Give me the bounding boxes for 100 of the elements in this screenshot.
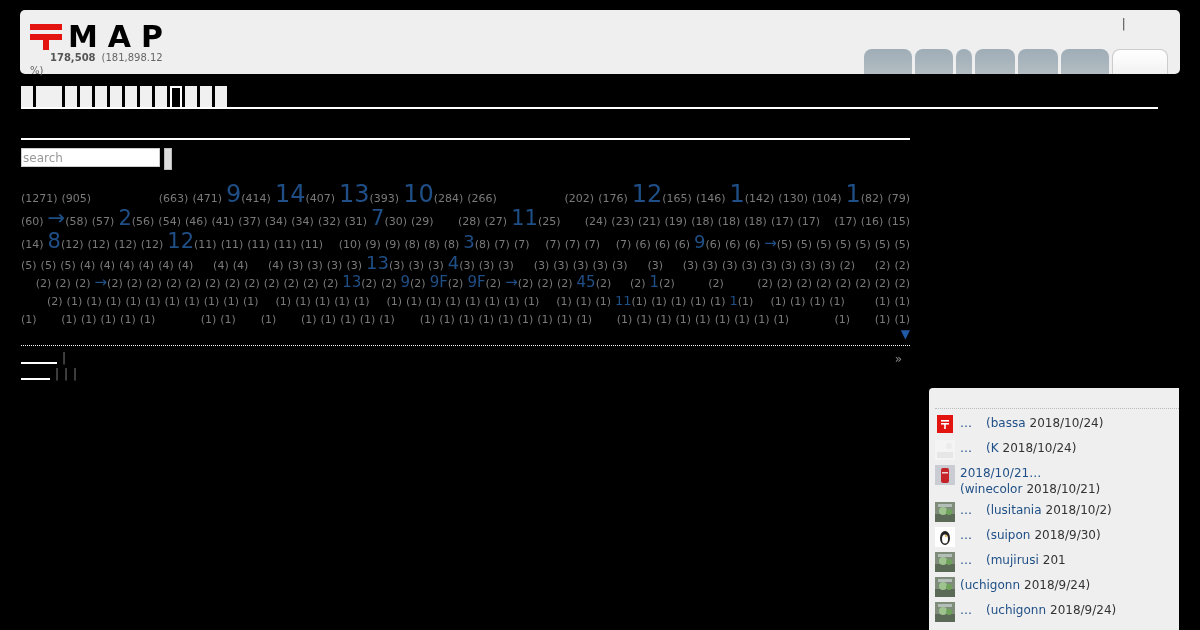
tag-link[interactable]: (1) <box>576 310 592 326</box>
tag-link[interactable]: (2) <box>894 274 910 290</box>
entry-link[interactable]: … <box>960 416 972 430</box>
tag-link[interactable]: (2) <box>556 274 573 290</box>
tag-link[interactable]: (2) <box>244 274 260 290</box>
tag-link[interactable]: 3(8) <box>463 233 491 251</box>
entry-link[interactable]: … <box>960 528 972 542</box>
nav-tab[interactable] <box>956 49 972 74</box>
tag-link[interactable]: (1) <box>504 292 520 308</box>
tag-link[interactable]: (2) <box>224 274 241 290</box>
tag-link[interactable]: (2) <box>47 292 63 308</box>
tag-link[interactable]: 11(1) <box>615 292 648 308</box>
tag-link[interactable]: (1) <box>184 292 200 308</box>
tag-link[interactable]: (6) <box>744 235 761 251</box>
tag-link[interactable]: (1) <box>464 292 481 308</box>
tag-link[interactable]: (2) <box>303 274 319 290</box>
tag-link[interactable]: (5) <box>796 235 812 251</box>
tag-link[interactable]: (3) <box>819 256 836 272</box>
tag-link[interactable]: (1) <box>575 292 592 308</box>
tag-link[interactable]: (1) <box>406 292 422 308</box>
tag-link[interactable]: (1) <box>223 292 239 308</box>
tag-link[interactable]: (4) <box>232 256 249 272</box>
tag-link[interactable]: 1(1) <box>729 292 754 308</box>
tag-link[interactable]: (1) <box>655 310 672 326</box>
tag-link[interactable]: (7) <box>615 235 632 251</box>
tag-link[interactable]: (1) <box>714 310 731 326</box>
tag-link[interactable]: (1) <box>379 310 395 326</box>
user-link[interactable]: (uchigonn <box>960 578 1020 592</box>
tag-link[interactable]: (17) <box>770 212 794 228</box>
tag-link[interactable]: 12(11) <box>167 231 217 252</box>
tag-link[interactable]: (28) <box>457 212 481 228</box>
tag-link[interactable]: (54) <box>158 212 181 228</box>
tag-link[interactable]: (11) <box>273 235 297 251</box>
tag-link[interactable]: (1) <box>834 310 851 326</box>
tag-link[interactable]: (15) <box>887 212 910 228</box>
subnav-item[interactable] <box>170 86 182 107</box>
tag-link[interactable]: (3) <box>780 256 797 272</box>
tag-link[interactable]: (2) <box>185 274 202 290</box>
tag-link[interactable]: 45(2) <box>576 274 612 290</box>
tag-link[interactable]: (3) <box>647 256 663 272</box>
tag-link[interactable]: (5) <box>60 256 76 272</box>
tag-link[interactable]: (34) <box>291 212 314 228</box>
tag-link[interactable]: (6) <box>674 235 690 251</box>
tag-link[interactable]: (29) <box>411 212 434 228</box>
tag-link[interactable]: (1) <box>275 292 292 308</box>
tag-link[interactable]: (5) <box>40 256 57 272</box>
tag-link[interactable]: 11(25) <box>511 208 561 229</box>
tag-link[interactable]: 2(56) <box>118 208 155 229</box>
tag-link[interactable]: 13(2) <box>342 274 377 290</box>
tag-link[interactable]: (3) <box>572 256 589 272</box>
tag-link[interactable]: (3) <box>612 256 628 272</box>
tag-link[interactable]: (5) <box>21 256 37 272</box>
tag-link[interactable]: (1) <box>829 292 845 308</box>
tag-link[interactable]: (1) <box>695 310 711 326</box>
tag-link[interactable]: (4) <box>268 256 284 272</box>
tag-link[interactable]: (1) <box>139 310 156 326</box>
tag-link[interactable]: (3) <box>553 256 569 272</box>
tag-link[interactable]: (23) <box>611 212 634 228</box>
tag-link[interactable]: (6) <box>654 235 671 251</box>
tag-link[interactable]: (3) <box>408 256 425 272</box>
tag-link[interactable]: 13(393) <box>339 182 400 206</box>
tag-link[interactable]: (7) <box>584 235 600 251</box>
tag-link[interactable]: (10) <box>338 235 362 251</box>
tag-link[interactable]: (146) <box>695 189 726 205</box>
tag-link[interactable]: (4) <box>213 256 229 272</box>
tag-link[interactable]: (3) <box>761 256 777 272</box>
tag-link[interactable]: (1) <box>595 292 612 308</box>
tag-link[interactable]: (1) <box>300 310 317 326</box>
tag-link[interactable]: (1) <box>478 310 494 326</box>
tag-link[interactable]: (2) <box>537 274 553 290</box>
tag-link[interactable]: (1) <box>734 310 750 326</box>
tag-link[interactable]: (32) <box>317 212 341 228</box>
tag-link[interactable]: →(58) <box>47 208 88 229</box>
tag-link[interactable]: (1) <box>874 310 891 326</box>
nav-tab[interactable] <box>864 49 912 74</box>
tag-link[interactable]: (1) <box>386 292 403 308</box>
tag-link[interactable]: (5) <box>835 235 852 251</box>
tag-link[interactable]: (4) <box>99 256 115 272</box>
tag-link[interactable]: (1) <box>445 292 461 308</box>
tag-link[interactable]: (2) <box>205 274 221 290</box>
tag-link[interactable]: (6) <box>635 235 651 251</box>
tag-link[interactable]: (1) <box>66 292 83 308</box>
tag-link[interactable]: (1) <box>105 292 122 308</box>
tag-link[interactable]: (1) <box>80 310 97 326</box>
tag-link[interactable]: (1) <box>334 292 350 308</box>
tag-link[interactable]: (2) <box>776 274 793 290</box>
tag-link[interactable]: (1) <box>61 310 77 326</box>
tag-link[interactable]: (4) <box>158 256 174 272</box>
tag-link[interactable]: (104) <box>811 189 842 205</box>
tag-link[interactable]: (663) <box>158 189 189 205</box>
tag-link[interactable]: (266) <box>467 189 497 205</box>
tag-link[interactable]: (2) <box>283 274 300 290</box>
tag-link[interactable]: (2) <box>629 274 646 290</box>
tag-link[interactable]: 9F(2) <box>429 274 464 290</box>
tag-link[interactable]: (3) <box>346 256 362 272</box>
tag-link[interactable]: (1) <box>295 292 311 308</box>
user-link[interactable]: (uchigonn <box>986 603 1046 617</box>
tag-link[interactable]: (60) <box>21 212 44 228</box>
user-link[interactable]: (bassa <box>986 416 1026 430</box>
tag-link[interactable]: (2) <box>263 274 280 290</box>
